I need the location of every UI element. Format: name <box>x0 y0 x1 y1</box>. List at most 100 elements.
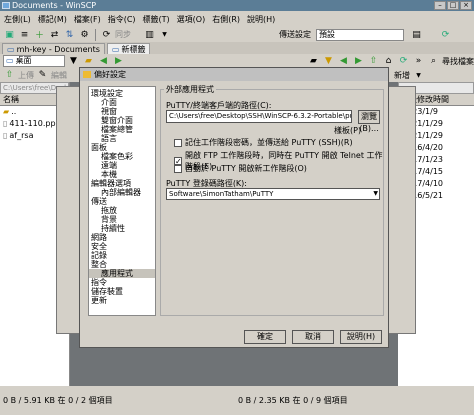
sync-dropdown-icon[interactable]: ⟳ <box>100 29 113 41</box>
queue-icon[interactable]: ≡ <box>18 29 31 41</box>
checkbox-label: 自動於 PuTTY 開啟新工作階段(O) <box>185 164 307 173</box>
minimize-button[interactable]: – <box>434 1 446 10</box>
tree-item[interactable]: 雙窗介面 <box>89 116 155 125</box>
browse-button[interactable]: 瀏覽(B)... <box>358 110 380 133</box>
remote-root-icon[interactable]: ⌂ <box>382 55 395 67</box>
menu-options[interactable]: 選項(O) <box>177 14 206 25</box>
tree-item[interactable]: 本機 <box>89 170 155 179</box>
tree-item[interactable]: 遠端 <box>89 161 155 170</box>
preferences-icon <box>83 71 91 78</box>
refresh-icon[interactable]: ⟳ <box>439 29 452 41</box>
transfer-icon[interactable]: ⇅ <box>63 29 76 41</box>
tree-item[interactable]: 面板 <box>89 143 155 152</box>
edit-icon[interactable]: ✎ <box>36 69 49 81</box>
edit-label[interactable]: 編輯 <box>51 70 67 81</box>
sync-icon[interactable]: ⇄ <box>48 29 61 41</box>
remote-folder-icon[interactable]: ▰ <box>307 55 320 67</box>
tree-item[interactable]: 檔案色彩 <box>89 152 155 161</box>
tree-item[interactable]: 儲存裝置 <box>89 287 155 296</box>
remote-refresh-icon[interactable]: ⟳ <box>397 55 410 67</box>
tree-item[interactable]: 視窗 <box>89 107 155 116</box>
registry-path-value: Software\SimonTatham\PuTTY <box>169 190 274 198</box>
chevron-down-icon[interactable]: ▼ <box>158 29 171 41</box>
session-tabs: ▭ mh-key - Documents ▭ 新標籤 <box>0 42 474 54</box>
add-icon[interactable]: ＋ <box>33 29 46 41</box>
ok-button-label: 確定 <box>257 332 273 341</box>
tree-item[interactable]: 持續性 <box>89 224 155 233</box>
forward-icon[interactable]: ▶ <box>112 55 125 67</box>
status-bar: 0 B / 5.91 KB 在 0 / 2 個項目 0 B / 2.35 KB … <box>0 386 474 415</box>
transfer-settings-dropdown[interactable]: 預設 <box>316 28 404 41</box>
tree-item[interactable]: 介面 <box>89 98 155 107</box>
menu-tabs[interactable]: 標籤(T) <box>143 14 170 25</box>
tree-item[interactable]: 編輯器選項 <box>89 179 155 188</box>
close-button[interactable]: × <box>460 1 472 10</box>
find-files-label[interactable]: 尋找檔案 <box>442 56 474 67</box>
menu-commands[interactable]: 指令(C) <box>108 14 136 25</box>
new-dropdown-icon[interactable]: ▼ <box>412 69 425 81</box>
tree-item[interactable]: 語言 <box>89 134 155 143</box>
cancel-button[interactable]: 取消 <box>292 330 334 344</box>
tree-item[interactable]: 更新 <box>89 296 155 305</box>
tree-item[interactable]: 安全 <box>89 242 155 251</box>
chevron-down-icon[interactable]: ▼ <box>373 189 378 199</box>
back-icon[interactable]: ◀ <box>97 55 110 67</box>
new-label[interactable]: 新增 <box>394 70 410 81</box>
local-panel-icon[interactable]: ▣ <box>3 29 16 41</box>
menu-files[interactable]: 檔案(F) <box>74 14 101 25</box>
tree-item[interactable]: 整合 <box>89 260 155 269</box>
remember-password-checkbox[interactable]: 記住工作階段密碼，並傳送給 PuTTY (SSH)(R) <box>174 137 353 148</box>
remote-forward-icon[interactable]: ▶ <box>352 55 365 67</box>
tree-item[interactable]: 應用程式 <box>89 269 155 278</box>
remote-status: 0 B / 2.35 KB 在 0 / 9 個項目 <box>238 396 348 405</box>
tab-new[interactable]: ▭ 新標籤 <box>106 43 151 54</box>
menu-left[interactable]: 左側(L) <box>4 14 31 25</box>
tab-mh-key[interactable]: ▭ mh-key - Documents <box>2 43 105 54</box>
upload-label[interactable]: 上傳 <box>18 70 34 81</box>
cancel-button-label: 取消 <box>305 332 321 341</box>
tree-item[interactable]: 內部編輯器 <box>89 188 155 197</box>
queue-dropdown-icon[interactable]: ▥ <box>143 29 156 41</box>
local-drive-dropdown[interactable]: ▭ 桌面 <box>3 55 65 67</box>
remote-parent-icon[interactable]: ⇧ <box>367 55 380 67</box>
settings-icon[interactable]: ⚙ <box>78 29 91 41</box>
tab-label: mh-key - Documents <box>16 44 100 54</box>
checkbox-box <box>174 138 182 147</box>
tree-item[interactable]: 傳送 <box>89 197 155 206</box>
toolbar-separator <box>95 28 96 41</box>
help-button[interactable]: 說明(H) <box>340 330 382 344</box>
tree-item[interactable]: 檔案總管 <box>89 125 155 134</box>
maximize-button[interactable]: □ <box>447 1 459 10</box>
tree-item[interactable]: 記錄 <box>89 251 155 260</box>
tree-item[interactable]: 網路 <box>89 233 155 242</box>
local-drive-value: 桌面 <box>15 56 32 65</box>
tree-item[interactable]: 指令 <box>89 278 155 287</box>
transfer-options-icon[interactable]: ▤ <box>410 29 423 41</box>
tree-item[interactable]: 環境設定 <box>89 89 155 98</box>
remote-back-icon[interactable]: ◀ <box>337 55 350 67</box>
menu-help[interactable]: 說明(H) <box>247 14 275 25</box>
checkbox-box <box>174 164 182 173</box>
auto-open-checkbox[interactable]: 自動於 PuTTY 開啟新工作階段(O) <box>174 163 307 174</box>
putty-path-input[interactable]: C:\Users\free\Desktop\SSH\WinSCP-6.3.2-P… <box>166 110 352 123</box>
ok-button[interactable]: 確定 <box>244 330 286 344</box>
sync-label[interactable]: 同步 <box>115 29 131 40</box>
patterns-link[interactable]: 樣板(P) <box>334 125 361 136</box>
filter-icon[interactable]: ▼ <box>67 55 80 67</box>
remote-filter-icon[interactable]: ▼ <box>322 55 335 67</box>
upload-icon[interactable]: ⇧ <box>3 69 16 81</box>
tree-item[interactable]: 拖放 <box>89 206 155 215</box>
putty-path-value: C:\Users\free\Desktop\SSH\WinSCP-6.3.2-P… <box>169 112 351 120</box>
file-name: .. <box>11 107 17 116</box>
checkbox-label: 記住工作階段密碼，並傳送給 PuTTY (SSH)(R) <box>185 138 353 147</box>
find-icon[interactable]: ⌕ <box>427 55 440 67</box>
menu-bar: 左側(L) 標記(M) 檔案(F) 指令(C) 標籤(T) 選項(O) 右側(R… <box>0 11 474 27</box>
menu-right[interactable]: 右側(R) <box>212 14 240 25</box>
registry-path-combo[interactable]: Software\SimonTatham\PuTTY ▼ <box>166 188 380 200</box>
window-title: Documents - WinSCP <box>12 1 97 10</box>
tree-item[interactable]: 背景 <box>89 215 155 224</box>
remote-more-icon[interactable]: » <box>412 55 425 67</box>
open-folder-icon[interactable]: ▰ <box>82 55 95 67</box>
menu-mark[interactable]: 標記(M) <box>38 14 67 25</box>
tab-label: 新標籤 <box>121 44 146 54</box>
